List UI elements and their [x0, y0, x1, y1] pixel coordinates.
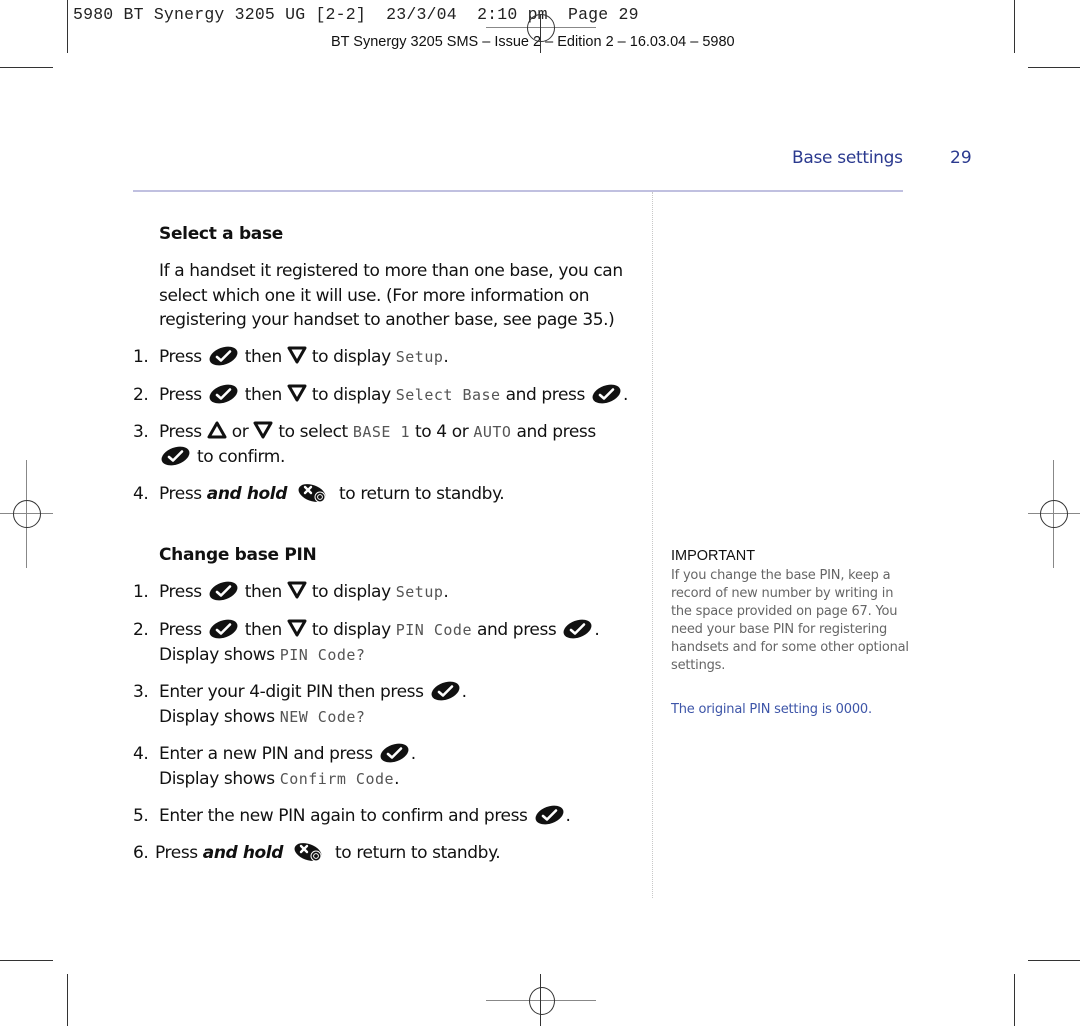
change-pin-step-2: 2. Press then to display PIN Code and pre…: [133, 618, 600, 667]
crop-mark: [1028, 960, 1080, 961]
down-arrow-key-icon: [287, 384, 307, 402]
crop-mark: [1028, 67, 1080, 68]
change-pin-step-4: 4. Enter a new PIN and press . Display sh…: [133, 742, 416, 791]
print-slug: 5980 BT Synergy 3205 UG [2-2] 23/3/04 2:…: [73, 5, 639, 24]
heading-select-base: Select a base: [159, 224, 284, 244]
ok-check-key-icon: [534, 805, 565, 825]
ok-check-key-icon: [208, 581, 239, 601]
ok-check-key-icon: [208, 619, 239, 639]
lcd-text: PIN Code: [395, 621, 472, 639]
original-pin-note: The original PIN setting is 0000.: [671, 702, 872, 717]
change-pin-step-6: 6. Press and hold to return to standby.: [133, 841, 501, 866]
important-note-title: IMPORTANT: [671, 548, 756, 564]
ok-check-key-icon: [591, 384, 622, 404]
crop-mark: [1014, 974, 1015, 1026]
select-base-step-4: 4. Press and hold to return to standby.: [133, 482, 505, 507]
lcd-text: Confirm Code: [279, 769, 395, 788]
lcd-text: PIN Code?: [279, 645, 366, 664]
select-base-intro: If a handset it registered to more than …: [159, 261, 623, 330]
crop-mark: [0, 67, 53, 68]
end-call-power-key-icon: [296, 482, 330, 504]
down-arrow-key-icon: [287, 619, 307, 637]
ok-check-key-icon: [160, 446, 191, 466]
lcd-text: AUTO: [473, 423, 512, 441]
crop-mark: [1014, 0, 1015, 53]
crop-mark: [0, 960, 53, 961]
lcd-text: NEW Code?: [279, 707, 366, 726]
select-base-step-2: 2. Press then to display Select Base and …: [133, 383, 628, 408]
down-arrow-key-icon: [287, 346, 307, 364]
ok-check-key-icon: [430, 681, 461, 701]
ok-check-key-icon: [562, 619, 593, 639]
down-arrow-key-icon: [287, 581, 307, 599]
select-base-step-1: 1. Press then to display Setup.: [133, 345, 449, 370]
crop-mark: [67, 974, 68, 1026]
header-rule: [133, 190, 903, 192]
page-number: 29: [950, 148, 972, 168]
change-pin-step-5: 5. Enter the new PIN again to confirm and…: [133, 804, 571, 829]
lcd-text: BASE 1: [352, 423, 410, 441]
lcd-text: Setup: [395, 348, 444, 366]
ok-check-key-icon: [379, 743, 410, 763]
crop-mark: [67, 0, 68, 53]
heading-change-base-pin: Change base PIN: [159, 545, 317, 565]
up-arrow-key-icon: [207, 421, 227, 439]
lcd-text: Setup: [395, 583, 444, 601]
section-title: Base settings: [792, 148, 903, 168]
ok-check-key-icon: [208, 384, 239, 404]
down-arrow-key-icon: [253, 421, 273, 439]
ok-check-key-icon: [208, 346, 239, 366]
column-divider: [652, 192, 653, 898]
change-pin-step-1: 1. Press then to display Setup.: [133, 580, 449, 605]
lcd-text: Select Base: [395, 386, 501, 404]
select-base-step-3: 3. Press or to select BASE 1 to 4 or AUTO…: [133, 421, 596, 467]
end-call-power-key-icon: [292, 841, 326, 863]
change-pin-step-3: 3. Enter your 4-digit PIN then press . Di…: [133, 680, 467, 729]
important-note-body: If you change the base PIN, keep a recor…: [671, 568, 909, 673]
